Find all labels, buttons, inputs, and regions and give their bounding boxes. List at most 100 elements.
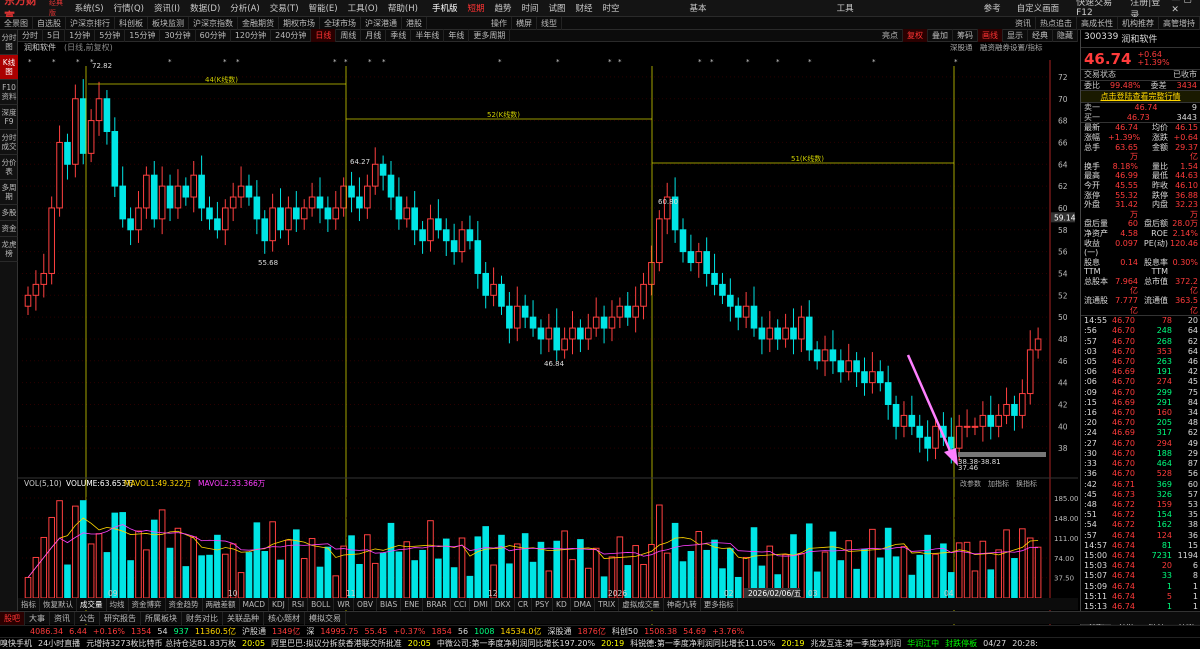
period-tab[interactable]: 月线 xyxy=(361,29,387,42)
left-nav-item[interactable]: K线图 xyxy=(0,55,18,80)
event-marker-icon[interactable]: * xyxy=(872,58,876,66)
left-nav-item[interactable]: 分时图 xyxy=(0,30,18,55)
menu-item[interactable]: 交易(T) xyxy=(265,2,304,14)
news-item[interactable]: 兆龙互连:第一季度净利润 xyxy=(810,638,901,649)
bottom-tab[interactable]: 股吧 xyxy=(0,612,25,625)
event-marker-icon[interactable]: * xyxy=(344,58,348,66)
left-nav-item[interactable]: F10资料 xyxy=(0,80,18,105)
period-tab[interactable]: 60分钟 xyxy=(196,29,231,42)
period-tab[interactable]: 5分钟 xyxy=(95,29,126,42)
menu-item[interactable]: 帮助(H) xyxy=(383,2,423,14)
event-marker-icon[interactable]: * xyxy=(333,58,337,66)
news-item[interactable]: 科锐德:第一季度净利润同比增长11.05% xyxy=(630,638,775,649)
bottom-tab[interactable]: 模拟交易 xyxy=(305,612,346,625)
top-tab[interactable]: 趋势 xyxy=(489,2,516,14)
period-tab[interactable]: 5日 xyxy=(43,29,66,42)
indicator-tab[interactable]: 神奇九转 xyxy=(664,597,701,611)
indicator-tab[interactable]: RSI xyxy=(289,597,309,611)
news-item[interactable]: 嗅快手机 xyxy=(0,638,32,649)
chart-header-link[interactable]: 深股通 xyxy=(950,42,973,52)
news-item[interactable]: 20:28: xyxy=(1012,639,1038,648)
news-item[interactable]: 阿里巴巴:拟议分拆获香港联交所批准 xyxy=(271,638,402,649)
indicator-tab[interactable]: 两融差额 xyxy=(203,597,240,611)
top-tab[interactable]: 短期 xyxy=(462,2,489,14)
news-ticker[interactable]: 嗅快手机 24小时直播 元增持3273枚比特币 总持仓达81.83万枚 20:05 阿里… xyxy=(0,637,1200,649)
indicator-tab[interactable]: 资金博弈 xyxy=(129,597,166,611)
indicator-tab[interactable]: CR xyxy=(515,597,533,611)
login-tip-link[interactable]: 点击登陆查看完整行情 xyxy=(1081,91,1200,104)
menu-item[interactable]: 分析(A) xyxy=(225,2,264,14)
toolbar-mid-item[interactable]: 横屏 xyxy=(512,17,537,30)
news-item[interactable]: 20:05 xyxy=(242,639,265,648)
indicator-tab[interactable]: BIAS xyxy=(377,597,402,611)
period-tab[interactable]: 120分钟 xyxy=(231,29,272,42)
event-marker-icon[interactable]: * xyxy=(746,58,750,66)
event-marker-icon[interactable]: * xyxy=(618,58,622,66)
period-tab[interactable]: 季线 xyxy=(386,29,412,42)
indicator-tab[interactable]: ENE xyxy=(401,597,424,611)
chart-tool-tab[interactable]: 复权 xyxy=(903,29,928,42)
event-marker-icon[interactable]: * xyxy=(382,58,386,66)
left-nav-item[interactable]: 龙虎榜 xyxy=(0,237,18,262)
toolbar-far-item[interactable]: 高成长性 xyxy=(1077,17,1118,30)
kline-chart-svg[interactable]: 润和软件 (日线,前复权) 深股通 融资融券 设置/指标 38 40 42 44 46 48 50 52… xyxy=(18,30,1079,628)
period-tab[interactable]: 半年线 xyxy=(411,29,445,42)
top-right-tab[interactable]: 基本 xyxy=(685,2,712,14)
chart-header-link[interactable]: 融资融券 xyxy=(980,42,1010,52)
top-tab[interactable]: 手机版 xyxy=(427,2,463,14)
indicator-tab[interactable]: 资金趋势 xyxy=(166,597,203,611)
left-nav-item[interactable]: 深度F9 xyxy=(0,105,18,130)
news-item[interactable]: 元增持3273枚比特币 总持仓达81.83万枚 xyxy=(86,638,236,649)
indicator-tab[interactable]: BRAR xyxy=(423,597,451,611)
bottom-tab[interactable]: 财务对比 xyxy=(182,612,223,625)
menu-item[interactable]: 资讯(I) xyxy=(149,2,185,14)
indicator-tab[interactable]: 恢复默认 xyxy=(40,597,77,611)
bottom-tab[interactable]: 关联品种 xyxy=(223,612,264,625)
indicator-tab[interactable]: KDJ xyxy=(269,597,289,611)
news-item[interactable]: 24小时直播 xyxy=(38,638,80,649)
bottom-tab[interactable]: 研究报告 xyxy=(100,612,141,625)
chart-tool-tab[interactable]: 画线 xyxy=(978,29,1003,42)
top-tab[interactable]: 财经 xyxy=(571,2,598,14)
event-marker-icon[interactable]: * xyxy=(223,58,227,66)
menu-item[interactable]: 数据(D) xyxy=(185,2,225,14)
chart-header-link[interactable]: 设置/指标 xyxy=(1010,42,1043,52)
event-marker-icon[interactable]: * xyxy=(698,58,702,66)
indicator-tab[interactable]: MACD xyxy=(240,597,269,611)
event-marker-icon[interactable]: * xyxy=(28,58,32,66)
event-marker-icon[interactable]: * xyxy=(76,58,80,66)
news-item[interactable]: 20:19 xyxy=(781,639,804,648)
chart-tool-tab[interactable]: 经典 xyxy=(1028,29,1053,42)
news-item[interactable]: 中微公司:第一季度净利润同比增长197.20% xyxy=(437,638,595,649)
period-tab[interactable]: 1分钟 xyxy=(65,29,96,42)
indicator-tab[interactable]: KD xyxy=(553,597,571,611)
chart-tool-tab[interactable]: 显示 xyxy=(1003,29,1028,42)
menu-item[interactable]: 系统(S) xyxy=(70,2,109,14)
event-marker-icon[interactable]: * xyxy=(608,58,612,66)
event-marker-icon[interactable]: * xyxy=(710,58,714,66)
period-tab[interactable]: 30分钟 xyxy=(160,29,196,42)
left-nav-item[interactable]: 分价表 xyxy=(0,155,18,180)
indicator-tab[interactable]: OBV xyxy=(354,597,377,611)
indicator-tab[interactable]: BOLL xyxy=(308,597,335,611)
indicator-tab[interactable]: 均线 xyxy=(107,597,129,611)
bottom-tab[interactable]: 核心题材 xyxy=(264,612,305,625)
indicator-tab[interactable]: CCI xyxy=(451,597,471,611)
indicator-tab[interactable]: PSY xyxy=(532,597,554,611)
kline-chart-area[interactable]: 润和软件 (日线,前复权) 深股通 融资融券 设置/指标 38 40 42 44 46 48 50 52… xyxy=(18,30,1079,628)
chart-tool-tab[interactable]: 隐藏 xyxy=(1053,29,1078,42)
vol-tool-link[interactable]: 换指标 xyxy=(1016,479,1037,488)
event-marker-icon[interactable]: * xyxy=(52,58,56,66)
indicator-tab[interactable]: 指标 xyxy=(18,597,40,611)
indicator-tab[interactable]: TRIX xyxy=(595,597,620,611)
news-item[interactable]: 20:19 xyxy=(601,639,624,648)
vol-tool-link[interactable]: 改参数 xyxy=(960,479,981,488)
left-nav-item[interactable]: 多周期 xyxy=(0,180,18,205)
news-item[interactable]: 20:05 xyxy=(408,639,431,648)
indicator-tab[interactable]: WR xyxy=(334,597,354,611)
event-marker-icon[interactable]: * xyxy=(236,58,240,66)
toolbar-far-item[interactable]: 机构推荐 xyxy=(1118,17,1159,30)
period-tab[interactable]: 240分钟 xyxy=(271,29,312,42)
bottom-tab[interactable]: 所属板块 xyxy=(141,612,182,625)
top-right-tab[interactable]: 工具 xyxy=(832,2,859,14)
